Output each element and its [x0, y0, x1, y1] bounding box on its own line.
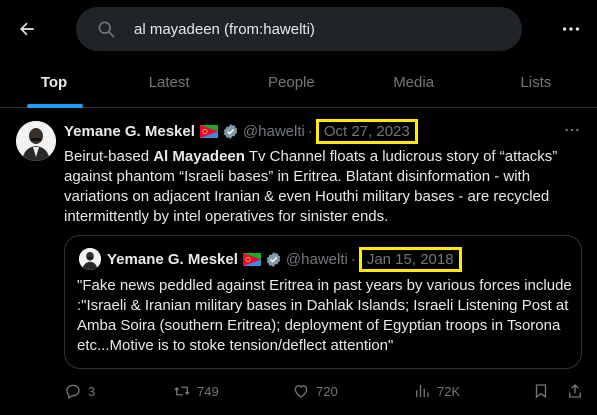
- tweet-more-button[interactable]: [560, 121, 584, 141]
- search-tabs: Top Latest People Media Lists: [0, 58, 597, 108]
- bookmark-icon: [535, 384, 547, 399]
- tab-people[interactable]: People: [230, 58, 352, 107]
- tweet-date[interactable]: Oct 27, 2023: [315, 118, 418, 144]
- tab-top[interactable]: Top: [0, 58, 108, 108]
- quoted-tweet[interactable]: Yemane G. Meskel @hawelti · Jan 15, 2018…: [64, 235, 582, 369]
- tab-label: Top: [40, 74, 68, 91]
- quoted-tweet-text: "Fake news peddled against Eritrea in pa…: [77, 277, 572, 354]
- tab-lists[interactable]: Lists: [475, 58, 597, 107]
- separator-dot: ·: [350, 250, 356, 268]
- verified-icon: [222, 123, 239, 140]
- author-name[interactable]: Yemane G. Meskel: [64, 123, 195, 140]
- separator-dot: ·: [307, 122, 313, 140]
- like-button[interactable]: 720: [292, 382, 338, 400]
- avatar: [79, 248, 101, 270]
- bookmark-button[interactable]: [532, 382, 556, 400]
- search-input[interactable]: [134, 7, 504, 51]
- reply-count: 3: [88, 383, 96, 399]
- tab-label: Media: [393, 74, 435, 91]
- flag-icon: [242, 252, 261, 266]
- back-arrow-icon: [20, 22, 34, 36]
- reply-icon: [66, 384, 80, 400]
- like-icon: [294, 385, 308, 398]
- more-options-button[interactable]: [556, 16, 586, 42]
- more-icon: [565, 128, 579, 132]
- views-icon: [416, 385, 429, 397]
- repost-count: 749: [197, 383, 219, 399]
- tab-label: Latest: [148, 74, 190, 91]
- views-count: 72K: [437, 383, 461, 399]
- repost-button[interactable]: 749: [173, 382, 219, 400]
- tab-media[interactable]: Media: [353, 58, 475, 107]
- quoted-tweet-header: Yemane G. Meskel @hawelti · Jan 15, 2018: [107, 246, 462, 272]
- tab-label: People: [268, 74, 315, 91]
- author-handle[interactable]: @hawelti: [243, 123, 305, 140]
- flag-icon: [199, 124, 218, 138]
- quoted-author-handle: @hawelti: [285, 250, 348, 268]
- reply-button[interactable]: 3: [64, 382, 95, 400]
- like-count: 720: [316, 383, 338, 399]
- avatar-image: [16, 121, 56, 161]
- tweet-body: Beirut-based Al Mayadeen Tv Channel floa…: [64, 147, 584, 227]
- back-button[interactable]: [14, 16, 40, 42]
- views-button[interactable]: 72K: [413, 382, 460, 400]
- tweet-header: Yemane G. Meskel @hawelti · Oct 27, 2023: [64, 118, 418, 144]
- share-button[interactable]: [566, 382, 590, 400]
- top-bar: [0, 0, 597, 58]
- more-icon: [562, 27, 580, 31]
- quoted-author-name: Yemane G. Meskel: [107, 250, 238, 268]
- tweet-body-prefix: Beirut-based: [64, 148, 154, 165]
- tweet[interactable]: Yemane G. Meskel @hawelti · Oct 27, 2023…: [0, 109, 597, 415]
- tab-latest[interactable]: Latest: [108, 58, 230, 107]
- active-tab-indicator: [27, 104, 83, 108]
- avatar[interactable]: [16, 121, 56, 161]
- search-box[interactable]: [76, 7, 522, 51]
- share-icon: [569, 384, 581, 398]
- tweet-body-bold: Al Mayadeen: [153, 148, 245, 165]
- quoted-tweet-date[interactable]: Jan 15, 2018: [358, 246, 462, 272]
- search-icon: [98, 21, 115, 38]
- repost-icon: [174, 386, 190, 396]
- tweet-actions: 3 749 720 72K: [64, 381, 584, 401]
- verified-icon: [265, 251, 282, 268]
- tab-label: Lists: [520, 74, 552, 91]
